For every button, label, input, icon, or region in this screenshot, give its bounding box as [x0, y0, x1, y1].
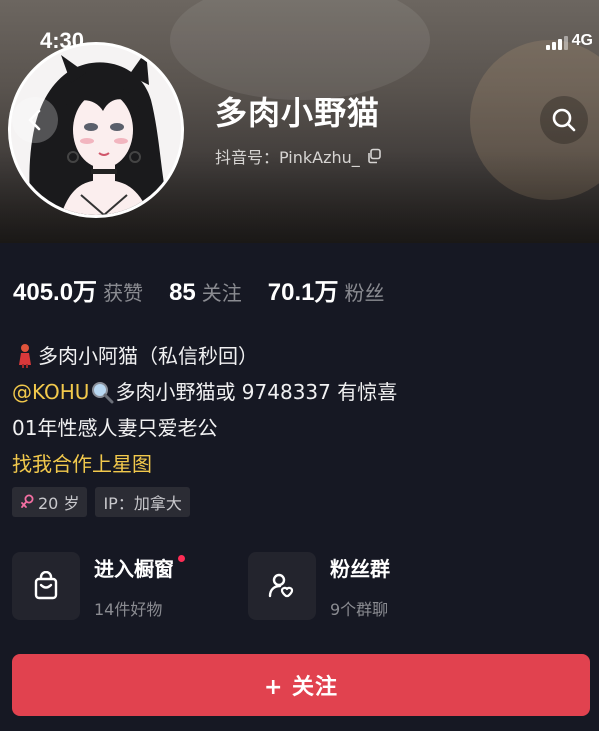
douyin-id-text: 抖音号：PinkAzhu_ [215, 148, 360, 167]
shopping-bag-icon [34, 571, 58, 600]
shop-card-title-row: 进入橱窗 [94, 553, 185, 582]
shop-card-text: 进入橱窗 14件好物 [94, 553, 185, 620]
bio-mention-link[interactable]: @KOHU [12, 374, 89, 410]
back-button[interactable] [12, 97, 58, 143]
search-button[interactable] [540, 96, 588, 144]
profile-nickname: 多肉小野猫 [215, 94, 381, 132]
shop-window-card[interactable]: 进入橱窗 14件好物 [12, 552, 185, 620]
bio-text: 多肉小野猫或 9748337 有惊喜 [115, 380, 398, 404]
bio-xingtu-link[interactable]: 找我合作上星图 [12, 446, 152, 482]
figure-emoji-icon [19, 344, 31, 368]
notification-dot [178, 554, 185, 562]
stat-following-label: 关注 [201, 281, 242, 305]
bio-line: 01年性感人妻只爱老公 [12, 410, 397, 446]
profile-stats: 405.0万 获赞 85 关注 70.1万 粉丝 [13, 272, 410, 307]
stat-followers-value: 70.1万 [267, 279, 339, 306]
fans-group-card[interactable]: 粉丝群 9个群聊 [248, 552, 390, 620]
shop-card-title: 进入橱窗 [94, 556, 174, 581]
fans-group-icon-box [248, 552, 316, 620]
fans-group-card-title: 粉丝群 [330, 556, 390, 581]
stat-likes-label: 获赞 [103, 281, 144, 305]
stat-followers-label: 粉丝 [344, 281, 385, 305]
search-icon [552, 108, 576, 132]
fans-group-icon [268, 573, 294, 598]
age-tag: 20 岁 [12, 487, 88, 517]
bio-text: 多肉小阿猫（私信秒回） [38, 344, 258, 368]
back-icon [28, 109, 41, 131]
magnifier-emoji-icon [92, 382, 114, 404]
douyin-id-row[interactable]: 抖音号：PinkAzhu_ [215, 144, 382, 168]
stat-followers[interactable]: 70.1万 粉丝 [268, 272, 385, 307]
profile-tags: 20 岁 IP：加拿大 [12, 487, 190, 517]
profile-bio: 多肉小阿猫（私信秒回） @KOHU 多肉小野猫或 9748337 有惊喜 01年… [12, 338, 397, 482]
follow-button[interactable]: + 关注 [12, 654, 590, 716]
ip-tag-text: IP：加拿大 [103, 494, 182, 513]
bio-text: 01年性感人妻只爱老公 [12, 416, 218, 440]
bio-line: @KOHU 多肉小野猫或 9748337 有惊喜 [12, 374, 397, 410]
fans-group-card-text: 粉丝群 9个群聊 [330, 553, 390, 620]
stat-following[interactable]: 85 关注 [169, 277, 242, 307]
stat-likes-value: 405.0万 [13, 279, 98, 306]
bio-line: 多肉小阿猫（私信秒回） [12, 338, 397, 374]
status-indicators: 4G [545, 32, 593, 50]
network-type: 4G [571, 32, 593, 49]
ip-tag: IP：加拿大 [95, 487, 190, 517]
copy-icon[interactable] [366, 148, 382, 164]
female-icon [21, 494, 34, 508]
age-tag-text: 20 岁 [38, 494, 80, 513]
shop-icon-box [12, 552, 80, 620]
shop-card-subtitle: 14件好物 [94, 599, 163, 619]
stat-likes[interactable]: 405.0万 获赞 [13, 272, 143, 307]
stat-following-value: 85 [169, 279, 196, 306]
signal-icon [545, 36, 568, 50]
bio-line: 找我合作上星图 [12, 446, 397, 482]
background-shape [170, 0, 430, 100]
fans-group-card-subtitle: 9个群聊 [330, 599, 389, 619]
